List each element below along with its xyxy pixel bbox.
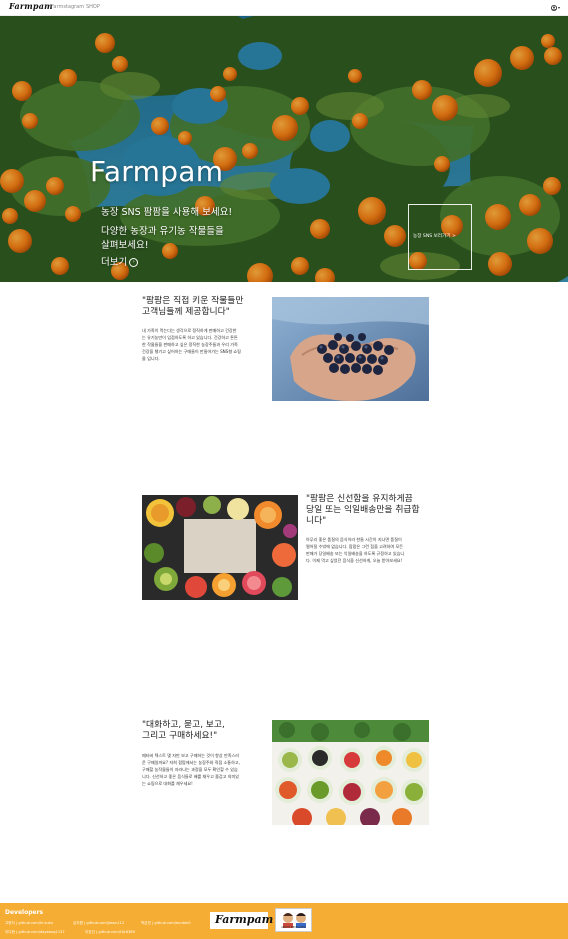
developer-link[interactable]: 이다현 | github.com/dayeong1137 (5, 930, 65, 935)
produce-bowls-image (272, 720, 429, 825)
section2-title-line3: 니다" (306, 516, 327, 526)
user-icon (550, 4, 557, 11)
orange-tree-image (0, 16, 568, 282)
section3-title: "대화하고, 묻고, 보고, 그리고 구매하세요!" (142, 720, 225, 742)
developer-link[interactable]: 이호진 | github.com/HJL6389 (85, 930, 135, 935)
section2-body-line: 떨어질 수밖에 없습니다. 팜팜은 그런 점을 고려하여 모든 (306, 544, 404, 549)
section3-body-line: 니다. 신선하고 좋은 음식들로 배를 채우고 즐겁고 의미있 (142, 774, 240, 779)
section3-body-line: 운 구매일까요? 저희 팜팜에서는 농장주와 직접 소통하고, (142, 760, 240, 765)
hero-subtitle-line2: 살펴보세요! (101, 240, 149, 251)
section1-body-line: 건강을 챙기고 싶어하는 구매들이 만들어가는 SNS형 쇼핑 (142, 349, 241, 354)
more-link[interactable]: 더보기 › (101, 254, 139, 268)
section3-body-line: 는 쇼핑으로 대화를 채우세요! (142, 781, 193, 786)
brand-logo[interactable]: Farmpam (9, 1, 53, 11)
chevron-down-icon: ▾ (557, 5, 560, 10)
hero-title: Farmpam (90, 155, 224, 188)
more-link-label: 더보기 (101, 257, 128, 268)
developers-heading: Developers (5, 909, 44, 916)
developer-link[interactable]: 고현지 | github.com/hi-kuku (5, 921, 53, 926)
section3-title-line2: 그리고 구매하세요!" (142, 731, 218, 741)
about-developer-label: ABOUT DEVELOPER (281, 926, 306, 929)
section2-body: 아무리 좋은 품질의 음식이라 한들 시간이 지나면 품질이 떨어질 수밖에 없… (306, 536, 404, 564)
hero-subtitle-line1: 다양한 농장과 유기농 작물들을 (101, 226, 224, 237)
footer-logo: Farmpam (210, 912, 273, 929)
section3-body-line: 구매할 농작물들이 자라나는 과정을 모두 확인할 수 있습 (142, 767, 238, 772)
section1-body-line: 몰 입니다. (142, 356, 160, 361)
section1-title-line2: 고객님들께 제공합니다" (142, 307, 230, 317)
section1-title: "팜팜은 직접 키운 작물들만 고객님들께 제공합니다" (142, 296, 243, 318)
fruit-platter-image (142, 495, 298, 600)
section2-body-line: 다. 이제 먹고 싶었던 음식을 신선하게, 오늘 받아보세요! (306, 558, 403, 563)
top-navbar: Farmpam Farmstagram SHOP ▾ (0, 0, 568, 16)
section2-title-line2: 당일 또는 익일배송만을 취급합 (306, 505, 420, 515)
section1-body-line: 내 가족이 먹는다는 생각으로 정직하게 판매하고 건강한 (142, 328, 237, 333)
developer-link[interactable]: 김지원 | github.com/jiwon112 (73, 921, 124, 926)
nav-link-shop[interactable]: SHOP (86, 4, 100, 10)
section1-body: 내 가족이 먹는다는 생각으로 정직하게 판매하고 건강한 는 유기농만이 입점… (142, 327, 241, 362)
about-developer-badge[interactable]: ABOUT DEVELOPER (275, 908, 312, 932)
nav-link-farmstagram[interactable]: Farmstagram (51, 4, 84, 10)
user-menu-button[interactable]: ▾ (550, 4, 560, 11)
farm-sns-button[interactable]: 농장 SNS 보러가기 > (408, 204, 472, 270)
section1-title-line1: "팜팜은 직접 키운 작물들만 (142, 296, 244, 306)
circle-arrow-icon: › (129, 258, 139, 267)
section3-title-line1: "대화하고, 묻고, 보고, (142, 720, 225, 730)
section3-body-line: 메타버 텍스트 몇 자만 보고 구매하는 것이 항상 만족스러 (142, 753, 240, 758)
developer-link[interactable]: 박은빈 | github.com/eunbin0 (141, 921, 191, 926)
section1-body-line: 는 유기농만이 입점하도록 하고 있습니다. 건강하고 튼튼 (142, 335, 238, 340)
hero-tagline: 농장 SNS 팜팜을 사용해 보세요! (101, 207, 233, 218)
section2-title-line1: "팜팜은 신선함을 유지하게끔 (306, 494, 413, 504)
section2-body-line: 아무리 좋은 품질의 음식이라 한들 시간이 지나면 품질이 (306, 537, 402, 542)
blueberries-hands-image (272, 297, 429, 401)
section3-body: 메타버 텍스트 몇 자만 보고 구매하는 것이 항상 만족스러 운 구매일까요?… (142, 752, 240, 787)
hero-banner: Farmpam 농장 SNS 팜팜을 사용해 보세요! 다양한 농장과 유기농 … (0, 16, 568, 282)
footer-logo-text: Farmpam (215, 913, 274, 926)
section1-body-line: 한 작물들을 판매하고 싶은 정직한 농장주들과 우리 가족 (142, 342, 238, 347)
farm-sns-button-label: 농장 SNS 보러가기 > (413, 234, 456, 239)
section2-title: "팜팜은 신선함을 유지하게끔 당일 또는 익일배송만을 취급합 니다" (306, 494, 420, 527)
section2-body-line: 판매가 당일배송 또는 익일배송을 하도록 규정하고 있습니 (306, 551, 405, 556)
